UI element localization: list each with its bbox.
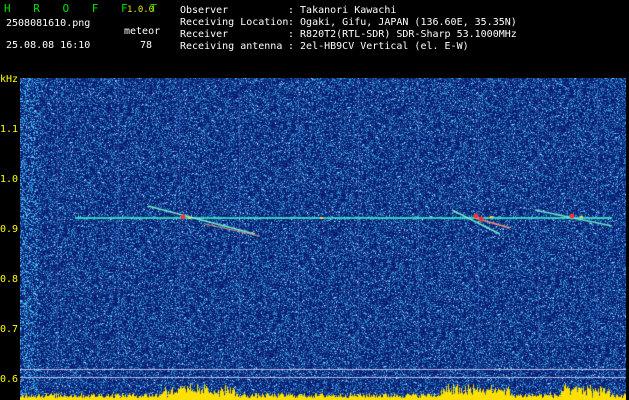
info-key-antenna: Receiving antenna [180, 41, 283, 52]
meteor-label: meteor [124, 26, 161, 37]
freq-tick-0-8: 0.8 [0, 274, 19, 285]
info-key-location: Receiving Location [180, 17, 289, 28]
info-value-location: : Ogaki, Gifu, JAPAN (136.60E, 35.35N) [288, 17, 517, 28]
freq-tick-0-7: 0.7 [0, 324, 19, 335]
info-key-observer: Observer [180, 5, 229, 16]
spectrogram-plot [20, 78, 626, 400]
hrofft-window: H R O F F T 1.0.0 2508081610.png meteor … [0, 0, 629, 400]
freq-tick-1-0: 1.0 [0, 174, 19, 185]
capture-datetime: 25.08.08 16:10 [6, 40, 91, 51]
meteor-count: 78 [140, 40, 153, 51]
freq-tick-0-6: 0.6 [0, 374, 19, 385]
image-filename: 2508081610.png [6, 18, 91, 29]
freq-tick-1-1: 1.1 [0, 124, 19, 135]
info-key-receiver: Receiver [180, 29, 229, 40]
app-version: 1.0.0 [127, 5, 155, 15]
info-value-antenna: : 2el-HB9CV Vertical (el. E-W) [288, 41, 469, 52]
info-value-observer: : Takanori Kawachi [288, 5, 397, 16]
frequency-unit-label: kHz [0, 74, 19, 85]
info-value-receiver: : R820T2(RTL-SDR) SDR-Sharp 53.1000MHz [288, 29, 517, 40]
freq-tick-0-9: 0.9 [0, 224, 19, 235]
